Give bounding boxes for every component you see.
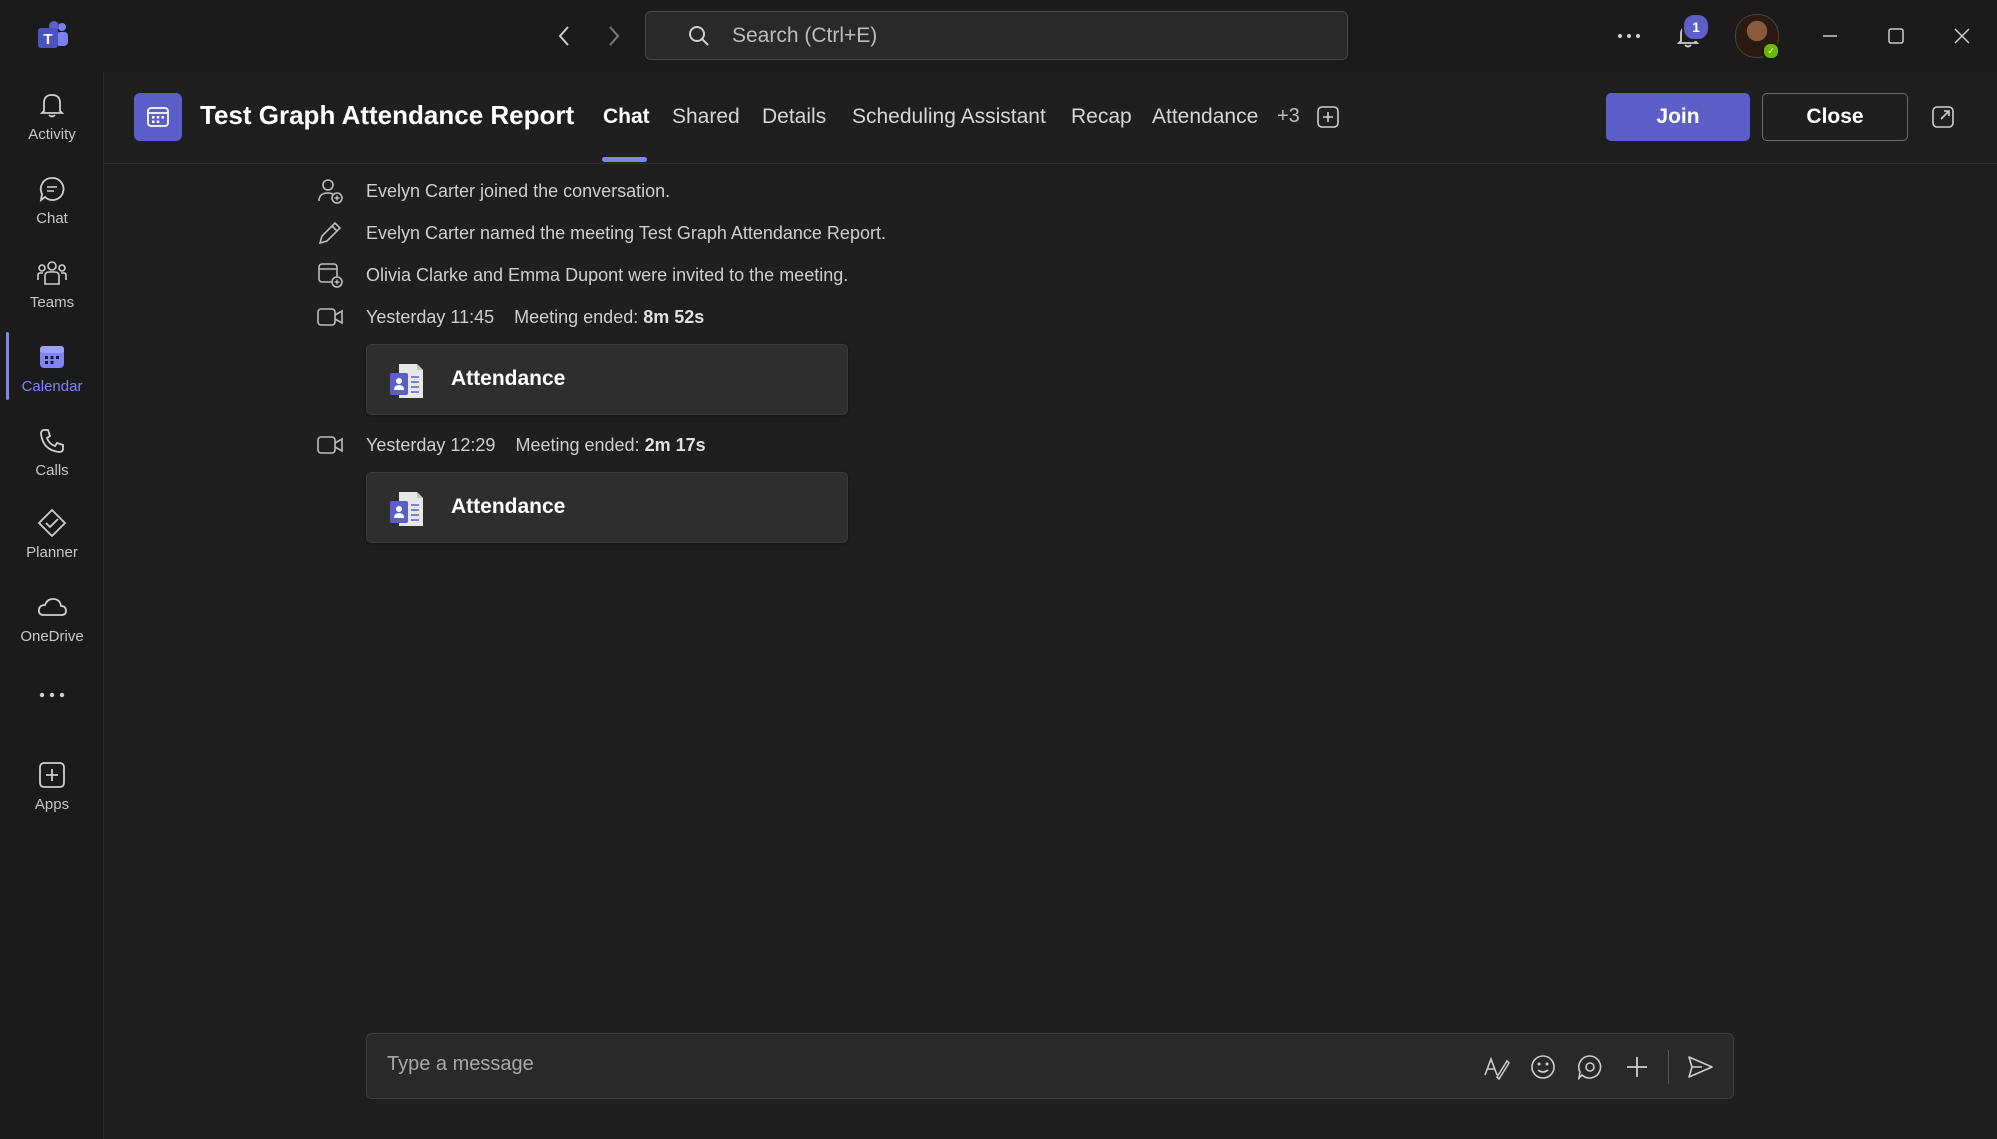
teams-window: T 1 ✓ [0,0,1997,1139]
attendance-card-label: Attendance [451,495,566,518]
pencil-icon [316,219,344,247]
attendance-card-label: Attendance [451,367,566,390]
search-box[interactable] [645,11,1348,60]
rail-item-activity[interactable]: Activity [0,82,104,158]
rail-label: Chat [36,210,68,227]
format-text-icon[interactable] [1481,1052,1511,1082]
meeting-duration: 2m 17s [644,434,706,455]
meeting-status: Meeting ended: [515,434,640,455]
rail-label: Calls [35,462,69,479]
presence-available-icon: ✓ [1762,42,1780,60]
tab-chat[interactable]: Chat [603,105,650,129]
rail-item-chat[interactable]: Chat [0,166,104,242]
add-tab-icon[interactable] [1317,106,1339,128]
system-message-text: Evelyn Carter joined the conversation. [366,180,671,201]
rail-label: Planner [26,544,78,561]
more-tabs-button[interactable]: +3 [1277,105,1300,128]
meeting-status: Meeting ended: [514,306,639,327]
more-options-icon[interactable] [1611,18,1647,54]
planner-icon [35,506,69,540]
rail-item-teams[interactable]: Teams [0,250,104,326]
rail-label: Calendar [21,378,83,395]
tab-attendance[interactable]: Attendance [1152,105,1258,129]
page-title: Test Graph Attendance Report [200,100,575,130]
bell-icon [35,88,69,122]
compose-divider [1668,1050,1669,1084]
rail-label: Activity [28,126,76,143]
send-icon[interactable] [1685,1052,1715,1082]
back-arrow-icon[interactable] [550,22,578,50]
minimize-icon[interactable] [1812,18,1848,54]
pop-out-icon[interactable] [1930,104,1956,130]
loop-component-icon[interactable] [1575,1052,1605,1082]
message-input[interactable] [385,1052,1389,1077]
rail-item-apps[interactable]: Apps [0,752,104,828]
active-tab-indicator [602,157,647,162]
chat-icon [35,172,69,206]
join-button[interactable]: Join [1606,93,1750,141]
tab-shared[interactable]: Shared [672,105,740,129]
system-message: Olivia Clarke and Emma Dupont were invit… [316,260,848,290]
tab-details[interactable]: Details [762,105,826,129]
meeting-ended-message: Yesterday 11:45 Meeting ended: 8m 52s [316,302,704,332]
teams-icon [35,256,69,290]
rail-item-calls[interactable]: Calls [0,418,104,494]
emoji-icon[interactable] [1528,1052,1558,1082]
maximize-icon[interactable] [1878,18,1914,54]
system-message: Evelyn Carter named the meeting Test Gra… [316,218,886,248]
rail-item-calendar[interactable]: Calendar [0,334,104,410]
add-app-icon [35,758,69,792]
video-camera-icon [316,431,344,459]
compose-box [366,1033,1734,1099]
tab-recap[interactable]: Recap [1071,105,1132,129]
meeting-calendar-icon [134,93,182,141]
calendar-invite-icon [316,261,344,289]
video-camera-icon [316,303,344,331]
forward-arrow-icon[interactable] [600,22,628,50]
tab-scheduling-assistant[interactable]: Scheduling Assistant [852,105,1046,129]
search-input[interactable] [730,22,1294,49]
person-add-icon [316,177,344,205]
system-message-text: Evelyn Carter named the meeting Test Gra… [366,222,886,243]
meeting-header: Test Graph Attendance Report Chat Shared… [104,72,1997,164]
system-message: Evelyn Carter joined the conversation. [316,176,670,206]
meeting-time: Yesterday 12:29 [366,434,496,455]
meeting-time: Yesterday 11:45 [366,306,495,327]
rail-label: Apps [34,796,70,813]
meeting-ended-text: Yesterday 12:29 Meeting ended: 2m 17s [366,435,706,456]
system-message-text: Olivia Clarke and Emma Dupont were invit… [366,264,849,285]
rail-item-planner[interactable]: Planner [0,500,104,576]
rail-more-apps[interactable] [0,672,104,712]
close-button[interactable]: Close [1762,93,1908,141]
rail-label: OneDrive [20,628,84,645]
notification-badge: 1 [1682,13,1710,41]
add-attachment-icon[interactable] [1622,1052,1652,1082]
svg-text:T: T [43,31,52,48]
app-rail: Activity Chat Teams Calendar Calls Plann… [0,72,104,1139]
cloud-icon [35,590,69,624]
attendance-card[interactable]: Attendance [366,344,848,415]
meeting-ended-text: Yesterday 11:45 Meeting ended: 8m 52s [366,307,704,328]
attendance-report-icon [387,489,427,529]
rail-item-onedrive[interactable]: OneDrive [0,584,104,660]
phone-icon [35,424,69,458]
calendar-icon [35,340,69,374]
attendance-report-icon [387,361,427,401]
search-icon [686,23,712,49]
rail-label: Teams [29,294,75,311]
teams-logo-icon: T [36,20,70,52]
attendance-card[interactable]: Attendance [366,472,848,543]
meeting-ended-message: Yesterday 12:29 Meeting ended: 2m 17s [316,430,706,460]
ellipsis-icon [35,678,69,712]
close-window-icon[interactable] [1944,18,1980,54]
title-bar: T 1 ✓ [0,0,1997,72]
meeting-duration: 8m 52s [643,306,705,327]
